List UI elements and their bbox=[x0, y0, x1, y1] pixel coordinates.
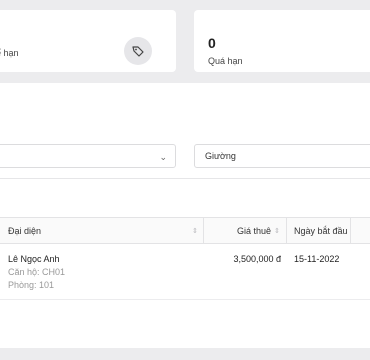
filter-select[interactable]: ⌄ bbox=[0, 144, 176, 168]
tag-icon-button[interactable] bbox=[124, 37, 152, 65]
column-divider bbox=[350, 218, 351, 243]
sort-icon[interactable]: ⇕ bbox=[274, 227, 280, 235]
bed-filter-select[interactable]: Giường bbox=[194, 144, 370, 168]
rent-price: 3,500,000 đ bbox=[233, 254, 281, 264]
column-divider bbox=[203, 218, 204, 243]
chevron-down-icon: ⌄ bbox=[159, 152, 167, 162]
apartment-label: Căn hộ: CH01 bbox=[8, 267, 66, 277]
contracts-panel: ⌄ Giường Đại diện ⇕ Giá thuê ⇕ Ngày bắt … bbox=[0, 83, 370, 348]
room-label: Phòng: 101 bbox=[8, 280, 55, 290]
divider bbox=[0, 178, 370, 179]
start-date: 15-11-2022 bbox=[294, 254, 340, 264]
table-header: Đại diện ⇕ Giá thuê ⇕ Ngày bắt đầu bbox=[0, 217, 370, 244]
stat-label: Quá hạn bbox=[208, 56, 243, 66]
stat-card-expiring: ế hạn bbox=[0, 10, 176, 72]
column-header-representative[interactable]: Đại diện bbox=[8, 226, 41, 236]
sort-icon[interactable]: ⇕ bbox=[192, 227, 198, 235]
representative-name: Lê Ngọc Anh bbox=[8, 254, 60, 264]
column-header-start-date[interactable]: Ngày bắt đầu bbox=[294, 226, 348, 236]
contracts-table: Đại diện ⇕ Giá thuê ⇕ Ngày bắt đầu Lê Ng… bbox=[0, 217, 370, 300]
table-row[interactable]: Lê Ngọc Anh Căn hộ: CH01 Phòng: 101 3,50… bbox=[0, 244, 370, 300]
stat-label: ế hạn bbox=[0, 48, 19, 58]
column-divider bbox=[286, 218, 287, 243]
tag-icon bbox=[132, 46, 144, 57]
stat-value: 0 bbox=[208, 35, 216, 51]
column-header-price[interactable]: Giá thuê bbox=[237, 226, 271, 236]
stat-card-overdue: 0 Quá hạn bbox=[194, 10, 370, 72]
filter-value: Giường bbox=[205, 151, 236, 161]
